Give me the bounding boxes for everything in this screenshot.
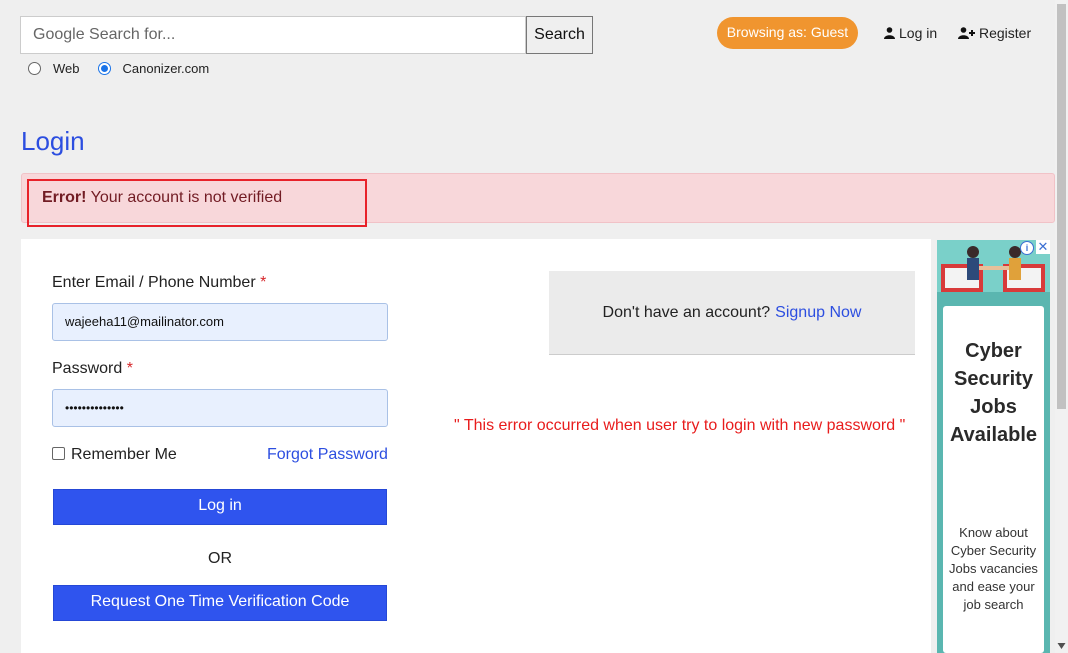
radio-web[interactable]: [28, 62, 41, 75]
radio-web-label: Web: [53, 61, 80, 76]
scroll-down-arrow-icon[interactable]: [1057, 641, 1066, 651]
radio-canonizer-label: Canonizer.com: [122, 61, 210, 76]
signup-box: Don't have an account? Signup Now: [549, 271, 915, 355]
google-search-input[interactable]: [20, 16, 526, 54]
email-label: Enter Email / Phone Number *: [52, 274, 266, 292]
user-icon: [884, 27, 895, 39]
login-button[interactable]: Log in: [53, 489, 387, 525]
ad-close-icon[interactable]: ✕: [1036, 240, 1050, 254]
nav-login-link[interactable]: Log in: [884, 25, 937, 41]
radio-canonizer[interactable]: [97, 62, 111, 75]
nav-login-label: Log in: [899, 25, 938, 41]
page-title: Login: [21, 126, 85, 156]
signup-now-link[interactable]: Signup Now: [775, 304, 861, 322]
forgot-password-link[interactable]: Forgot Password: [267, 446, 388, 464]
email-label-text: Enter Email / Phone Number: [52, 274, 256, 291]
password-required-mark: *: [126, 360, 133, 377]
search-button[interactable]: Search: [526, 16, 593, 54]
signup-prompt: Don't have an account?: [602, 303, 771, 321]
search-scope-options: Web Canonizer.com: [28, 61, 227, 76]
password-label-text: Password: [52, 360, 123, 377]
scrollbar-thumb[interactable]: [1057, 4, 1066, 409]
password-input[interactable]: ••••••••••••••: [52, 389, 388, 427]
password-label: Password *: [52, 360, 133, 378]
nav-register-label: Register: [979, 25, 1032, 41]
ad-info-icon[interactable]: i: [1020, 241, 1034, 255]
annotation-note: " This error occurred when user try to l…: [454, 417, 906, 434]
or-divider-text: OR: [208, 550, 232, 567]
ad-description: Know about Cyber Security Jobs vacancies…: [949, 525, 1038, 612]
annotation-highlight-box: [27, 179, 367, 227]
nav-register-link[interactable]: Register: [958, 25, 1031, 41]
browsing-as-guest-badge[interactable]: Browsing as: Guest: [717, 17, 858, 49]
email-required-mark: *: [260, 274, 267, 291]
request-otp-button[interactable]: Request One Time Verification Code: [53, 585, 387, 621]
remember-me-label: Remember Me: [71, 446, 177, 463]
user-plus-icon: [958, 27, 975, 39]
ad-title[interactable]: Cyber Security Jobs Available: [943, 337, 1044, 449]
email-input[interactable]: wajeeha11@mailinator.com: [52, 303, 388, 341]
remember-me-checkbox[interactable]: [52, 447, 65, 460]
